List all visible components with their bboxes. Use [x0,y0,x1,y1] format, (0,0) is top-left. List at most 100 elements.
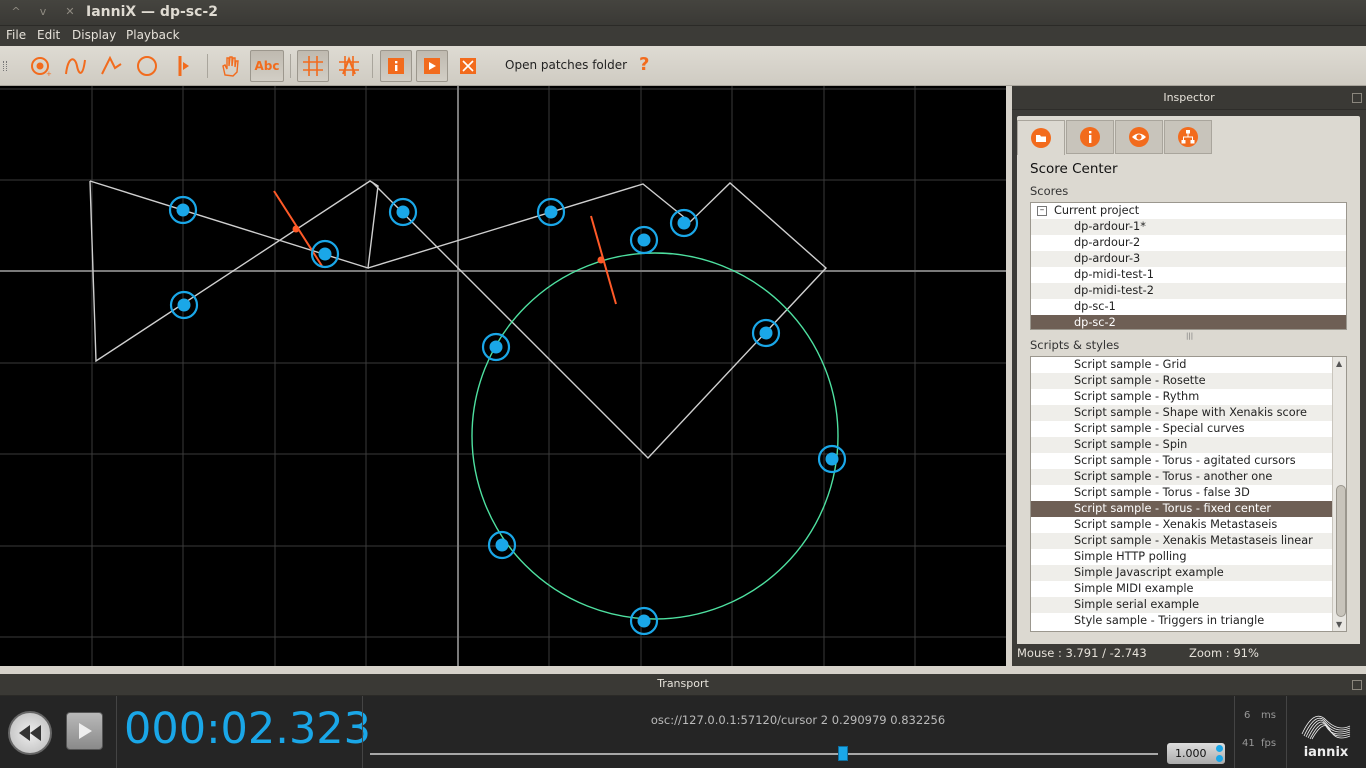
score-canvas[interactable] [0,86,1006,666]
score-item[interactable]: dp-sc-1 [1031,299,1346,315]
scroll-up-icon[interactable]: ▲ [1336,359,1342,368]
rewind-button[interactable] [8,711,52,755]
script-item[interactable]: Script sample - Grid [1031,357,1346,373]
window-down-button[interactable]: v [35,5,51,18]
axis-lines [0,86,1006,666]
menu-display[interactable]: Display [72,28,116,42]
script-item[interactable]: Script sample - Torus - fixed center [1031,501,1346,517]
score-item[interactable]: dp-ardour-3 [1031,251,1346,267]
script-item[interactable]: Script sample - Xenakis Metastaseis [1031,517,1346,533]
tab-info[interactable] [1066,120,1114,154]
trigger[interactable] [751,318,781,348]
abc-icon: Abc [254,59,280,73]
script-item[interactable]: Style sample - Triggers in triangle [1031,613,1346,629]
grid-toggle-button[interactable] [297,50,329,82]
menu-playback[interactable]: Playback [126,28,180,42]
script-item[interactable]: Script sample - Torus - another one [1031,469,1346,485]
tab-files[interactable] [1017,120,1065,155]
timeline-track[interactable] [370,753,1158,755]
trigger[interactable] [629,606,659,636]
script-item[interactable]: Simple serial example [1031,597,1346,613]
mouse-position: Mouse : 3.791 / -2.743 [1017,646,1147,660]
menu-edit[interactable]: Edit [37,28,60,42]
trigger-icon: + [31,57,52,78]
speed-spinbox[interactable]: 1.000 [1167,743,1225,764]
add-cursor-button[interactable] [167,50,199,82]
iannix-logo: iannix [1296,706,1356,762]
script-item[interactable]: Script sample - Spin [1031,437,1346,453]
scripts-scrollbar[interactable]: ▲ ▼ [1332,357,1346,631]
score-item[interactable]: dp-sc-2 [1031,315,1346,329]
scripts-list[interactable]: Script sample - Grid Script sample - Rose… [1030,356,1347,632]
speed-down-icon[interactable] [1216,755,1223,762]
current-project-row[interactable]: – Current project [1031,203,1346,219]
ms-unit: ms [1261,710,1276,721]
window-title: IanniX — dp-sc-2 [86,4,218,20]
snap-grid-button[interactable] [333,50,365,82]
script-item[interactable]: Simple HTTP polling [1031,549,1346,565]
hand-tool-button[interactable] [214,50,246,82]
score-item[interactable]: dp-midi-test-2 [1031,283,1346,299]
tab-network[interactable] [1164,120,1212,154]
open-patches-folder-button[interactable]: Open patches folder [505,58,627,72]
osc-message: osc://127.0.0.1:57120/cursor 2 0.290979 … [650,713,946,727]
cursor-icon [178,56,189,76]
script-item[interactable]: Script sample - Torus - false 3D [1031,485,1346,501]
help-icon[interactable]: ? [639,54,649,75]
window-close-button[interactable]: ✕ [62,5,78,18]
timeline-thumb[interactable] [837,746,848,761]
scroll-thumb[interactable] [1336,485,1346,617]
score-item[interactable]: dp-ardour-2 [1031,235,1346,251]
trigger[interactable] [669,208,699,238]
scores-list[interactable]: – Current project dp-ardour-1* dp-ardour-2… [1030,202,1347,330]
float-panel-icon[interactable] [1352,680,1362,690]
menubar: File Edit Display Playback [0,26,1366,46]
toolbar-separator [290,54,291,78]
trigger[interactable] [310,239,340,269]
add-trigger-button[interactable]: + [24,50,56,82]
trigger[interactable] [481,332,511,362]
play-square-icon [424,58,440,74]
fit-view-button[interactable] [452,50,484,82]
play-button[interactable] [66,712,103,750]
add-curve-button[interactable] [59,50,91,82]
script-item[interactable]: Script sample - Xenakis Metastaseis line… [1031,533,1346,549]
bottom-splitter[interactable] [0,666,1366,674]
add-circle-button[interactable] [131,50,163,82]
trigger[interactable] [169,290,199,320]
script-item[interactable]: Script sample - Special curves [1031,421,1346,437]
tab-view[interactable] [1115,120,1163,154]
divider [1286,696,1287,768]
score-item[interactable]: dp-ardour-1* [1031,219,1346,235]
inspector-panel: Inspector Score Center Scores – Current p… [1012,86,1366,666]
script-item[interactable]: Simple MIDI example [1031,581,1346,597]
play-view-button[interactable] [416,50,448,82]
script-item[interactable]: Simple Javascript example [1031,565,1346,581]
script-item[interactable]: Script sample - Shape with Xenakis score [1031,405,1346,421]
trigger[interactable] [817,444,847,474]
score-center-heading: Score Center [1030,161,1118,177]
fps-unit: fps [1261,738,1277,749]
script-item[interactable]: Script sample - Rosette [1031,373,1346,389]
trigger[interactable] [388,197,418,227]
script-item[interactable]: Script sample - Torus - agitated cursors [1031,453,1346,469]
float-panel-icon[interactable] [1352,93,1362,103]
score-drawing[interactable] [0,86,1006,666]
menu-file[interactable]: File [6,28,26,42]
score-item[interactable]: dp-midi-test-1 [1031,267,1346,283]
add-line-curve-button[interactable] [95,50,127,82]
trigger[interactable] [536,197,566,227]
trigger[interactable] [629,225,659,255]
script-item[interactable]: Script sample - Rythm [1031,389,1346,405]
toolbar-separator [372,54,373,78]
list-resize-grip[interactable]: ||| [1186,332,1193,340]
collapse-icon[interactable]: – [1037,206,1047,216]
info-toggle-button[interactable] [380,50,412,82]
toolbar-grip[interactable] [3,61,7,71]
window-up-button[interactable]: ^ [8,5,24,18]
snap-grid-icon [339,56,359,76]
eye-icon [1129,127,1149,147]
scroll-down-icon[interactable]: ▼ [1336,620,1342,629]
speed-up-icon[interactable] [1216,745,1223,752]
text-tool-button[interactable]: Abc [250,50,284,82]
